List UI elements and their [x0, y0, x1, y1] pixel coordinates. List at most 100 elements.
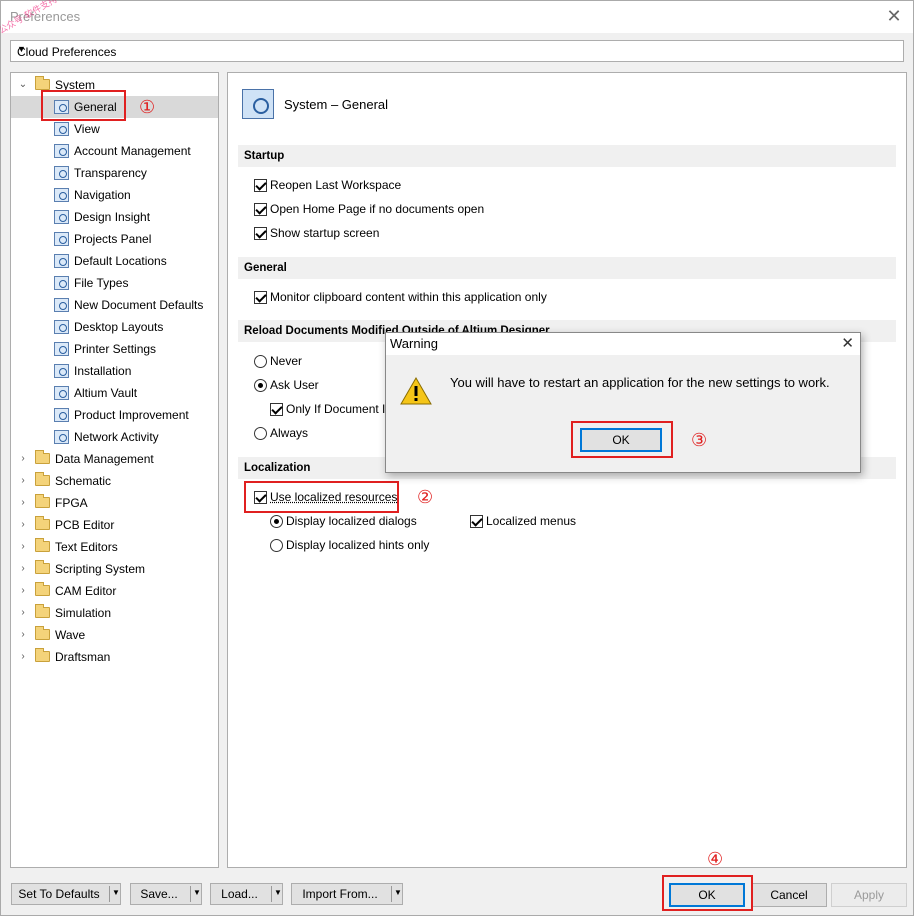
- checkbox-checked-icon[interactable]: [254, 227, 267, 240]
- tree-item-label: FPGA: [55, 496, 88, 510]
- chevron-down-icon[interactable]: ▼: [274, 888, 282, 897]
- set-to-defaults-label: Set To Defaults: [18, 887, 100, 901]
- radio-unchecked-icon[interactable]: [254, 427, 267, 440]
- settings-page-icon: [54, 254, 69, 268]
- annotation-number-3: ③: [691, 430, 708, 450]
- tree-item-design-insight[interactable]: Design Insight: [11, 206, 218, 228]
- settings-page-icon: [54, 276, 69, 290]
- radio-checked-icon[interactable]: [270, 515, 283, 528]
- tree-item-projects-panel[interactable]: Projects Panel: [11, 228, 218, 250]
- tree-item-label: Transparency: [74, 166, 147, 180]
- tree-item-label: Scripting System: [55, 562, 146, 576]
- settings-page-icon: [54, 320, 69, 334]
- tree-item-label: Draftsman: [55, 650, 111, 664]
- tree-item-pcb-editor[interactable]: › PCB Editor: [11, 514, 218, 536]
- chevron-right-icon[interactable]: ›: [17, 492, 29, 514]
- chevron-right-icon[interactable]: ›: [17, 624, 29, 646]
- chevron-right-icon[interactable]: ›: [17, 646, 29, 668]
- tree-item-transparency[interactable]: Transparency: [11, 162, 218, 184]
- radio-label: Always: [270, 426, 309, 440]
- radio-checked-icon[interactable]: [254, 379, 267, 392]
- tree-item-label: Desktop Layouts: [74, 320, 164, 334]
- radio-label: Display localized hints only: [286, 538, 430, 552]
- folder-icon: [35, 494, 50, 508]
- chevron-right-icon[interactable]: ›: [17, 448, 29, 470]
- tree-item-scripting-system[interactable]: › Scripting System: [11, 558, 218, 580]
- checkbox-checked-icon[interactable]: [254, 179, 267, 192]
- chevron-down-icon[interactable]: ▼: [394, 888, 402, 897]
- dropdown-separator: [190, 886, 191, 902]
- settings-page-icon: [54, 232, 69, 246]
- tree-item-altium-vault[interactable]: Altium Vault: [11, 382, 218, 404]
- tree-item-data-management[interactable]: › Data Management: [11, 448, 218, 470]
- tree-item-label: Altium Vault: [74, 386, 138, 400]
- tree-item-new-document-defaults[interactable]: New Document Defaults: [11, 294, 218, 316]
- tree-item-product-improvement[interactable]: Product Improvement: [11, 404, 218, 426]
- preferences-window: Preferences ✕ 公众号·软件支持 Cloud Preferences…: [0, 0, 914, 916]
- tree-item-desktop-layouts[interactable]: Desktop Layouts: [11, 316, 218, 338]
- folder-icon: [35, 538, 50, 552]
- annotation-box-4: [662, 875, 753, 911]
- tree-item-simulation[interactable]: › Simulation: [11, 602, 218, 624]
- tree-item-label: CAM Editor: [55, 584, 117, 598]
- settings-page-icon: [54, 298, 69, 312]
- dialog-message: You will have to restart an application …: [450, 375, 830, 390]
- chevron-right-icon[interactable]: ›: [17, 558, 29, 580]
- import-from-dropdown[interactable]: Import From... ▼: [291, 883, 403, 905]
- chevron-down-icon[interactable]: ▼: [112, 888, 120, 897]
- tree-item-file-types[interactable]: File Types: [11, 272, 218, 294]
- dialog-title-bar: Warning ✕: [386, 333, 860, 355]
- checkbox-checked-icon[interactable]: [254, 291, 267, 304]
- tree-item-text-editors[interactable]: › Text Editors: [11, 536, 218, 558]
- folder-icon: [35, 472, 50, 486]
- tree-item-navigation[interactable]: Navigation: [11, 184, 218, 206]
- checkbox-checked-icon[interactable]: [254, 203, 267, 216]
- tree-item-network-activity[interactable]: Network Activity: [11, 426, 218, 448]
- page-title: System – General: [284, 97, 389, 112]
- tree-item-view[interactable]: View: [11, 118, 218, 140]
- folder-open-icon: [35, 76, 50, 90]
- tree-item-fpga[interactable]: › FPGA: [11, 492, 218, 514]
- settings-page-icon: [54, 342, 69, 356]
- tree-item-label: Navigation: [74, 188, 131, 202]
- section-general: General: [238, 257, 896, 279]
- tree-item-schematic[interactable]: › Schematic: [11, 470, 218, 492]
- tree-item-default-locations[interactable]: Default Locations: [11, 250, 218, 272]
- chevron-right-icon[interactable]: ›: [17, 536, 29, 558]
- folder-icon: [35, 604, 50, 618]
- tree-item-printer-settings[interactable]: Printer Settings: [11, 338, 218, 360]
- checkbox-checked-icon[interactable]: [470, 515, 483, 528]
- close-icon[interactable]: ✕: [883, 5, 905, 27]
- folder-icon: [35, 516, 50, 530]
- tree-item-label: Text Editors: [55, 540, 118, 554]
- preferences-combo[interactable]: Cloud Preferences ▼: [10, 40, 904, 62]
- chevron-right-icon[interactable]: ›: [17, 580, 29, 602]
- checkbox-label: Only If Document Is: [286, 402, 392, 416]
- annotation-box-3: [571, 421, 673, 458]
- load-dropdown[interactable]: Load... ▼: [210, 883, 283, 905]
- apply-button[interactable]: Apply: [831, 883, 907, 907]
- chevron-down-icon[interactable]: ⌄: [17, 74, 29, 96]
- chevron-down-icon[interactable]: ▼: [17, 44, 899, 54]
- tree-item-cam-editor[interactable]: › CAM Editor: [11, 580, 218, 602]
- tree-item-account-management[interactable]: Account Management: [11, 140, 218, 162]
- tree-item-label: Schematic: [55, 474, 112, 488]
- folder-icon: [35, 626, 50, 640]
- annotation-number-4: ④: [707, 849, 724, 869]
- close-icon[interactable]: ✕: [841, 334, 854, 352]
- chevron-right-icon[interactable]: ›: [17, 514, 29, 536]
- set-to-defaults-dropdown[interactable]: Set To Defaults ▼: [11, 883, 121, 905]
- chevron-down-icon[interactable]: ▼: [193, 888, 201, 897]
- save-dropdown[interactable]: Save... ▼: [130, 883, 202, 905]
- tree-item-wave[interactable]: › Wave: [11, 624, 218, 646]
- cancel-button[interactable]: Cancel: [751, 883, 827, 907]
- tree-item-draftsman[interactable]: › Draftsman: [11, 646, 218, 668]
- tree-item-installation[interactable]: Installation: [11, 360, 218, 382]
- radio-unchecked-icon[interactable]: [254, 355, 267, 368]
- chevron-right-icon[interactable]: ›: [17, 470, 29, 492]
- checkbox-checked-icon[interactable]: [270, 403, 283, 416]
- folder-icon: [35, 560, 50, 574]
- chevron-right-icon[interactable]: ›: [17, 602, 29, 624]
- radio-unchecked-icon[interactable]: [270, 539, 283, 552]
- tree-item-label: Simulation: [55, 606, 112, 620]
